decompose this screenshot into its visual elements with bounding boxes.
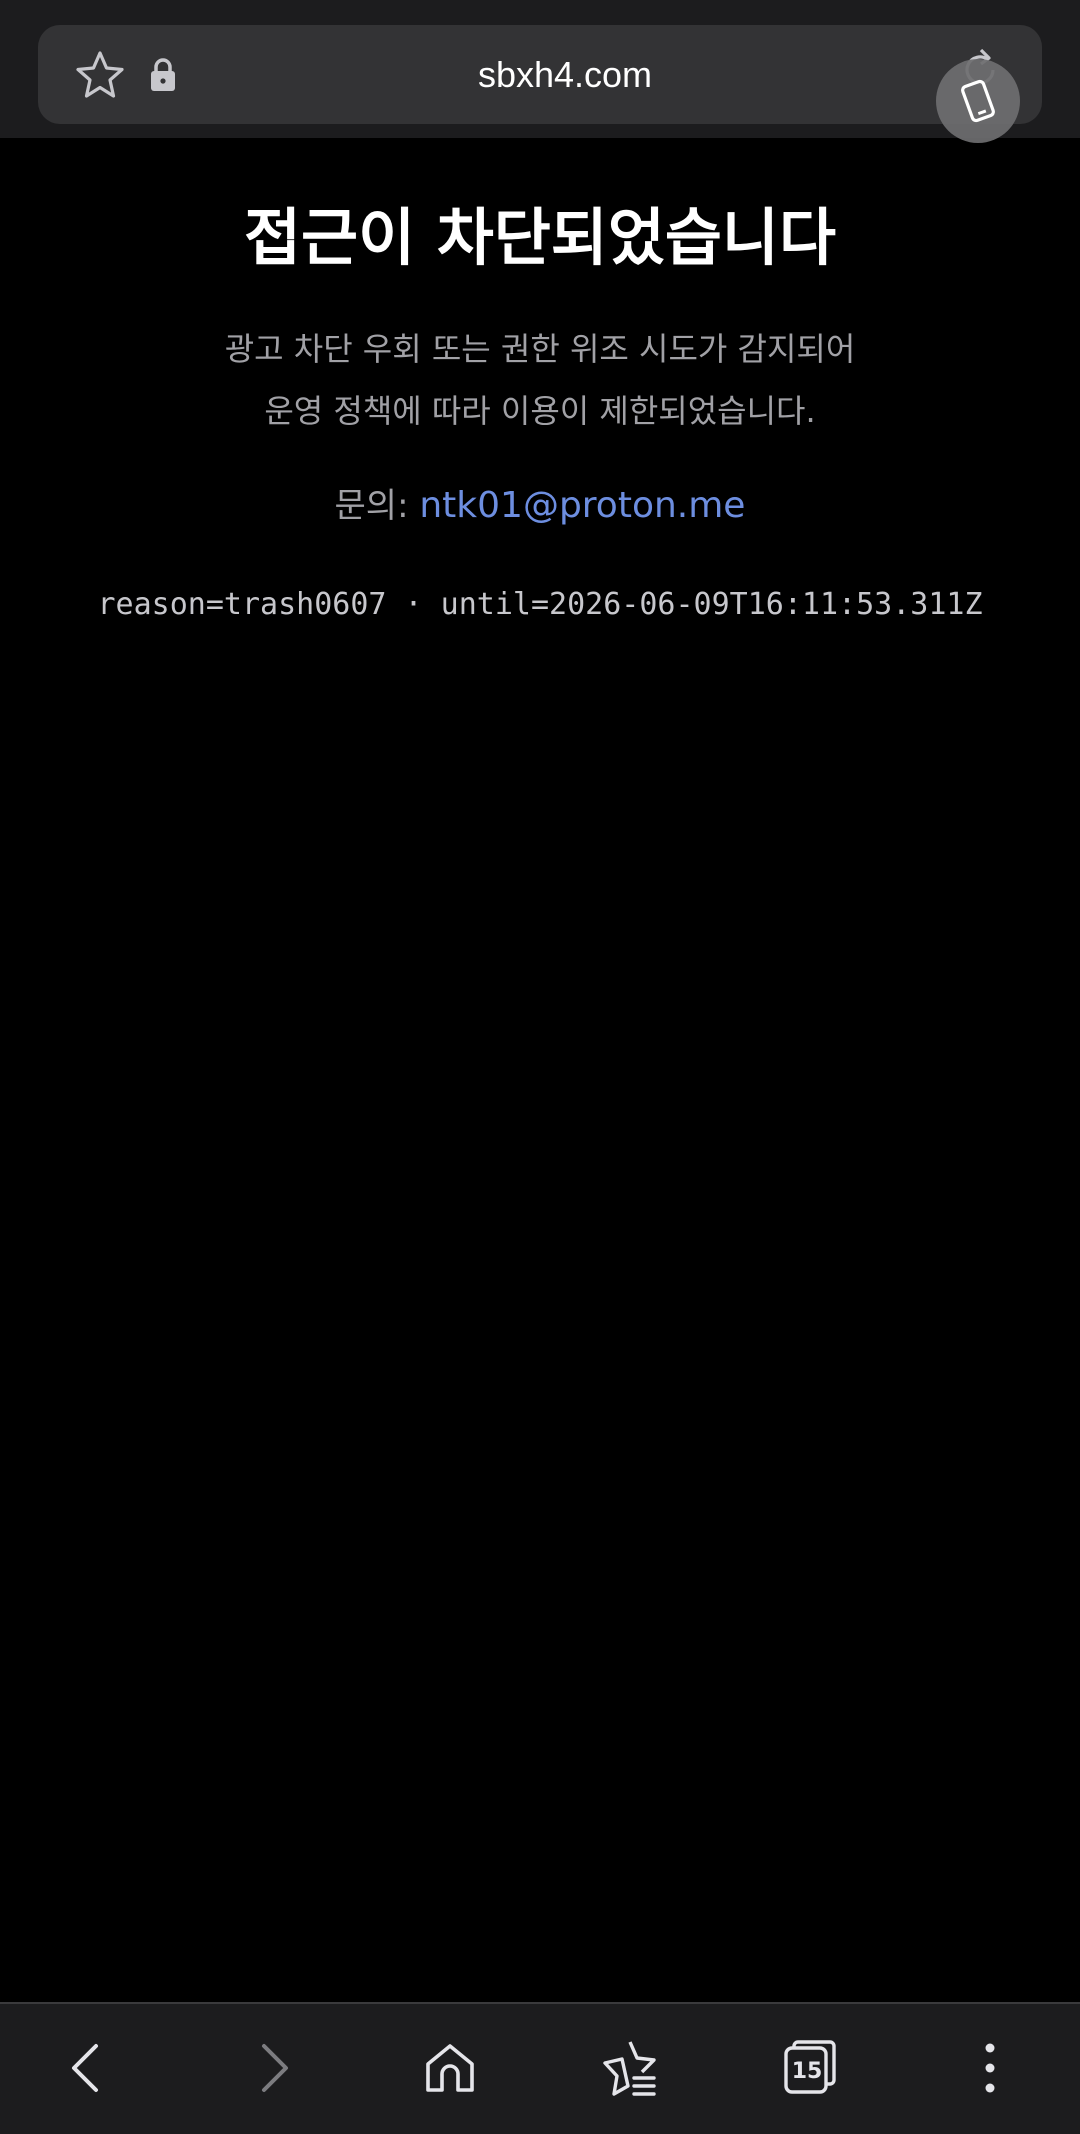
forward-button[interactable] xyxy=(240,2036,304,2100)
back-icon xyxy=(56,2036,120,2100)
home-button[interactable] xyxy=(418,2036,482,2100)
block-reason-text: reason=trash0607 · until=2026-06-09T16:1… xyxy=(97,587,983,622)
forward-icon xyxy=(240,2036,304,2100)
url-text[interactable]: sbxh4.com xyxy=(0,48,1080,102)
bookmarks-icon xyxy=(598,2036,662,2100)
bookmarks-button[interactable] xyxy=(598,2036,662,2100)
contact-line: 문의: ntk01@proton.me xyxy=(0,476,1080,536)
more-icon xyxy=(958,2036,1022,2100)
more-menu-button[interactable] xyxy=(958,2036,1022,2100)
page-title: 접근이 차단되었습니다 xyxy=(244,201,836,274)
back-button[interactable] xyxy=(56,2036,120,2100)
block-message-line-1: 광고 차단 우회 또는 권한 위조 시도가 감지되어 xyxy=(224,330,856,368)
tabs-button[interactable]: 15 xyxy=(780,2036,844,2100)
contact-label: 문의: xyxy=(334,486,409,526)
rotate-screen-button[interactable] xyxy=(936,59,1020,143)
browser-page: sbxh4.com 접근이 차단되었습니다 광고 차단 우회 또는 권한 위조 … xyxy=(0,0,1080,2134)
tab-count: 15 xyxy=(791,2059,823,2084)
block-message: 광고 차단 우회 또는 권한 위조 시도가 감지되어 운영 정책에 따라 이용이… xyxy=(0,318,1080,442)
browser-top-bar: sbxh4.com xyxy=(0,0,1080,143)
contact-email-link[interactable]: ntk01@proton.me xyxy=(419,485,745,526)
home-icon xyxy=(418,2036,482,2100)
browser-bottom-bar: 15 xyxy=(0,2002,1080,2134)
block-message-line-2: 운영 정책에 따라 이용이 제한되었습니다. xyxy=(264,392,816,430)
